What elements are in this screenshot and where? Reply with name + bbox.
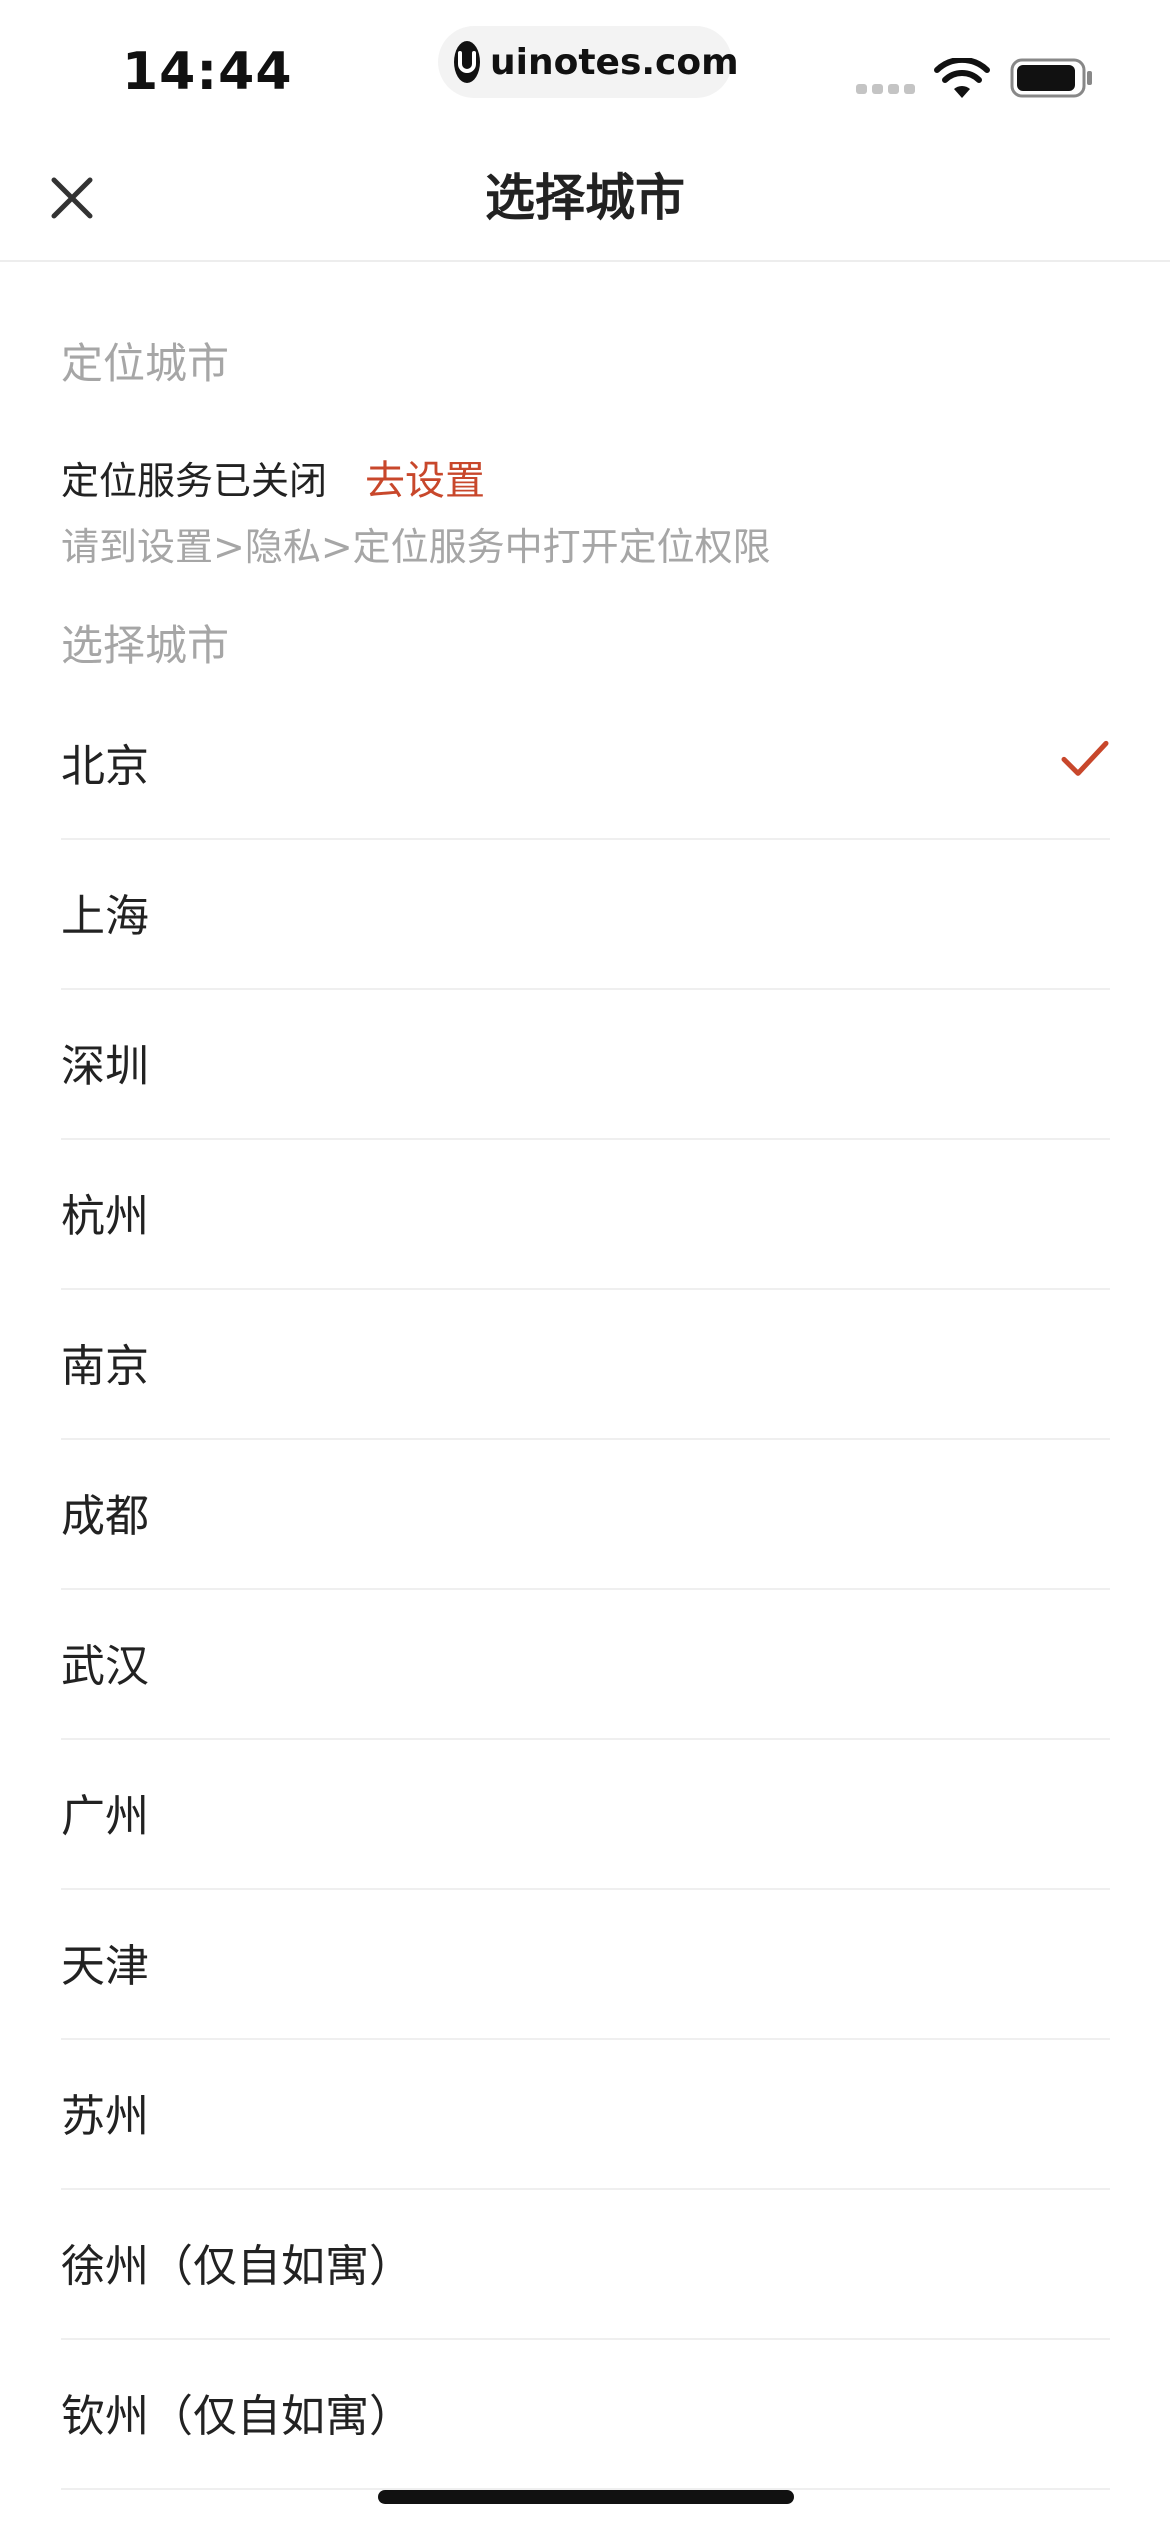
city-name: 苏州 bbox=[61, 2091, 149, 2142]
location-section-label: 定位城市 bbox=[61, 339, 230, 388]
city-name: 天津 bbox=[61, 1941, 149, 1992]
city-item-nanjing[interactable]: 南京 bbox=[61, 1290, 1110, 1440]
status-time: 14:44 bbox=[122, 42, 293, 102]
location-status-text: 定位服务已关闭 bbox=[61, 458, 328, 503]
home-indicator bbox=[378, 2490, 794, 2504]
city-item-hangzhou[interactable]: 杭州 bbox=[61, 1140, 1110, 1290]
city-name: 上海 bbox=[61, 891, 149, 942]
city-item-beijing[interactable]: 北京 bbox=[61, 690, 1110, 840]
location-status-row: 定位服务已关闭 去设置 bbox=[61, 448, 485, 506]
page-title: 选择城市 bbox=[485, 169, 685, 227]
site-logo-icon bbox=[454, 41, 480, 83]
city-item-chengdu[interactable]: 成都 bbox=[61, 1440, 1110, 1590]
check-icon bbox=[1060, 739, 1110, 783]
wifi-icon bbox=[934, 56, 990, 104]
city-name: 南京 bbox=[61, 1341, 149, 1392]
goto-settings-link[interactable]: 去设置 bbox=[365, 448, 485, 506]
city-list: 北京 上海 深圳 杭州 南京 成都 武汉 广州 天津 苏州 徐州（仅自如寓） 钦… bbox=[61, 690, 1110, 2490]
battery-icon bbox=[1010, 56, 1094, 104]
city-item-wuhan[interactable]: 武汉 bbox=[61, 1590, 1110, 1740]
url-text: uinotes.com bbox=[490, 41, 739, 83]
city-name: 钦州（仅自如寓） bbox=[61, 2391, 413, 2442]
url-pill[interactable]: uinotes.com bbox=[438, 26, 739, 98]
city-item-shanghai[interactable]: 上海 bbox=[61, 840, 1110, 990]
city-name: 深圳 bbox=[61, 1041, 149, 1092]
city-section-label: 选择城市 bbox=[61, 621, 230, 670]
city-item-tianjin[interactable]: 天津 bbox=[61, 1890, 1110, 2040]
city-name: 成都 bbox=[61, 1491, 149, 1542]
status-bar: 14:44 uinotes.com bbox=[0, 0, 1170, 130]
location-hint: 请到设置>隐私>定位服务中打开定位权限 bbox=[61, 525, 771, 569]
city-item-xuzhou[interactable]: 徐州（仅自如寓） bbox=[61, 2190, 1110, 2340]
city-name: 徐州（仅自如寓） bbox=[61, 2241, 413, 2292]
city-item-shenzhen[interactable]: 深圳 bbox=[61, 990, 1110, 1140]
city-item-guangzhou[interactable]: 广州 bbox=[61, 1740, 1110, 1890]
city-name: 武汉 bbox=[61, 1641, 149, 1692]
city-item-qinzhou[interactable]: 钦州（仅自如寓） bbox=[61, 2340, 1110, 2490]
nav-bar: 选择城市 bbox=[0, 130, 1170, 262]
city-name: 北京 bbox=[61, 741, 149, 792]
city-name: 杭州 bbox=[61, 1191, 149, 1242]
city-item-suzhou[interactable]: 苏州 bbox=[61, 2040, 1110, 2190]
city-name: 广州 bbox=[61, 1791, 149, 1842]
signal-icon bbox=[856, 84, 915, 94]
